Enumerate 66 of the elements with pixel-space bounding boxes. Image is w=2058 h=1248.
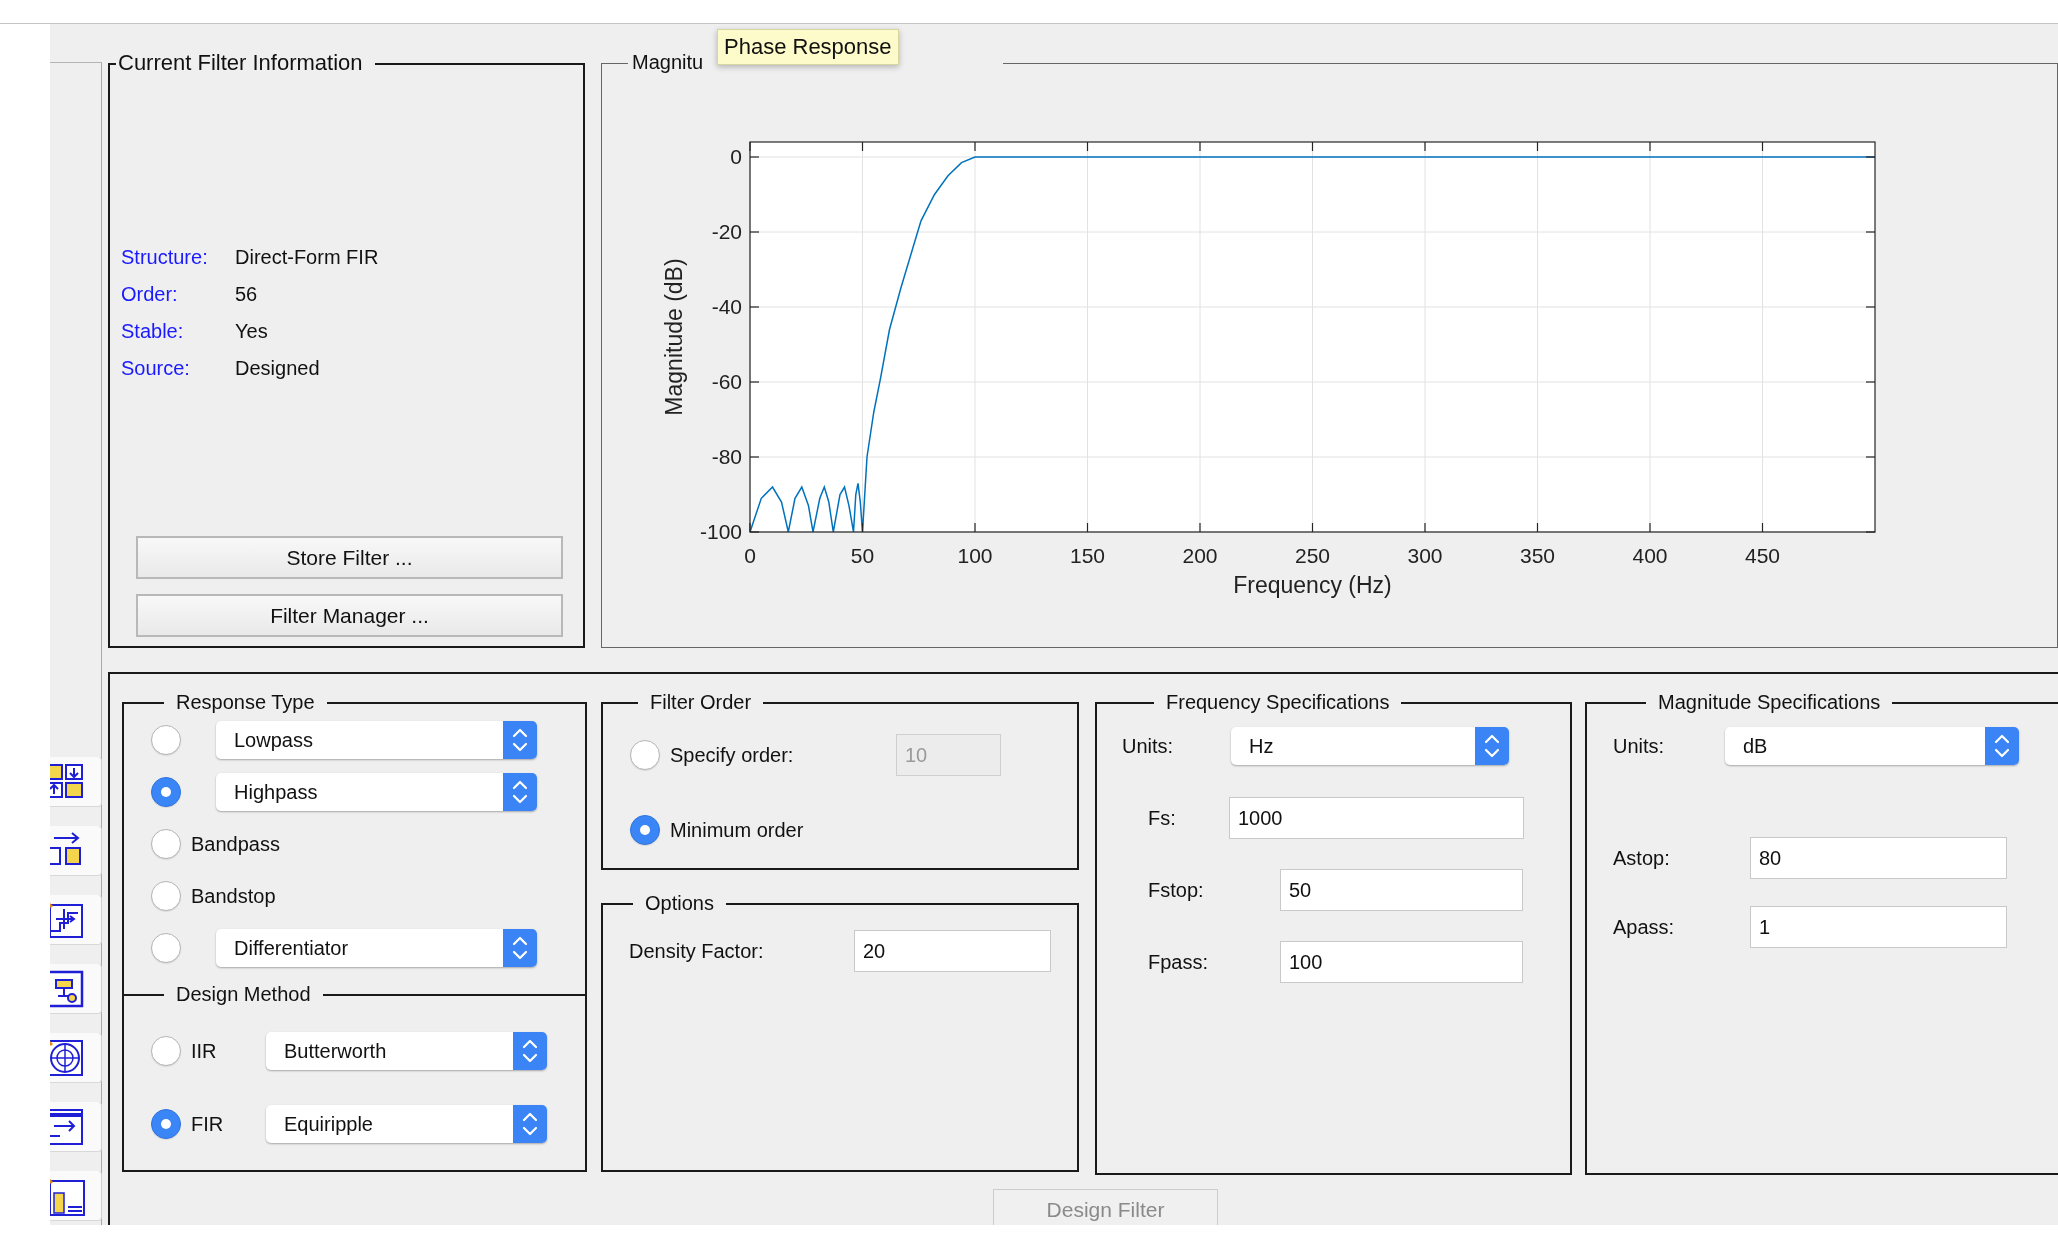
tick-label: 200 <box>1182 544 1218 567</box>
field-label: Fs: <box>1148 806 1177 830</box>
field-label: Astop: <box>1613 846 1671 870</box>
tick-label: 450 <box>1745 544 1780 567</box>
radio-button[interactable]: IIR <box>151 1036 217 1066</box>
tooltip: Phase Response <box>717 29 899 65</box>
dropdown[interactable]: Highpass <box>216 773 537 811</box>
tick-label: -100 <box>699 520 742 543</box>
input-field[interactable]: 1000 <box>1229 797 1524 839</box>
tick-label: 300 <box>1407 544 1443 567</box>
info-value: Designed <box>235 357 320 380</box>
stepper-icon <box>513 1032 547 1070</box>
tick-label: 350 <box>1520 544 1555 567</box>
dropdown[interactable]: dB <box>1725 727 2019 765</box>
tick-label: 400 <box>1632 544 1668 567</box>
input-field[interactable]: 20 <box>854 930 1051 972</box>
action-button[interactable]: Filter Manager ... <box>136 594 563 637</box>
tick-label: -80 <box>711 445 742 468</box>
info-value: 56 <box>235 283 258 306</box>
info-value: Direct-Form FIR <box>235 246 379 269</box>
stepper-icon <box>1475 727 1509 765</box>
radio-button[interactable] <box>151 777 181 807</box>
stepper-icon <box>503 929 537 967</box>
info-label: Source: <box>121 357 191 380</box>
action-button[interactable]: Store Filter ... <box>136 536 563 579</box>
input-field[interactable]: 50 <box>1280 869 1523 911</box>
field-label: Apass: <box>1613 915 1676 939</box>
radio-button[interactable]: Minimum order <box>630 815 804 845</box>
field-label: Density Factor: <box>629 939 765 963</box>
field-label: Units: <box>1613 734 1666 758</box>
tick-label: 100 <box>957 544 993 567</box>
info-label: Order: <box>121 283 179 306</box>
stepper-icon <box>1985 727 2019 765</box>
field-label: Fstop: <box>1148 878 1205 902</box>
dropdown[interactable]: Differentiator <box>216 929 537 967</box>
tick-label: 150 <box>1070 544 1105 567</box>
dropdown[interactable]: Equiripple <box>266 1105 547 1143</box>
tick-label: -20 <box>711 220 742 243</box>
tick-label: -60 <box>711 370 742 393</box>
input-field[interactable]: 1 <box>1750 906 2007 948</box>
tick-label: -40 <box>711 295 742 318</box>
axis-title: Frequency (Hz) <box>1233 572 1392 598</box>
radio-button[interactable]: Specify order: <box>630 740 794 770</box>
axis-title: Magnitude (dB) <box>661 258 687 416</box>
radio-button[interactable] <box>151 933 181 963</box>
field-label: Units: <box>1122 734 1175 758</box>
info-label: Stable: <box>121 320 185 343</box>
tick-label: 0 <box>744 544 756 567</box>
tick-label: 50 <box>850 544 875 567</box>
stepper-icon <box>503 721 537 759</box>
input-field[interactable]: 80 <box>1750 837 2007 879</box>
info-value: Yes <box>235 320 268 343</box>
radio-button[interactable]: FIR <box>151 1109 224 1139</box>
tick-label: 250 <box>1295 544 1330 567</box>
field-label: Fpass: <box>1148 950 1210 974</box>
input-field[interactable]: 100 <box>1280 941 1523 983</box>
stepper-icon <box>503 773 537 811</box>
dropdown[interactable]: Butterworth <box>266 1032 547 1070</box>
stepper-icon <box>513 1105 547 1143</box>
dropdown[interactable]: Lowpass <box>216 721 537 759</box>
radio-button[interactable]: Bandstop <box>151 881 276 911</box>
radio-button[interactable]: Bandpass <box>151 829 280 859</box>
radio-button[interactable] <box>151 725 181 755</box>
info-label: Structure: <box>121 246 209 269</box>
tick-label: 0 <box>730 145 742 168</box>
dropdown[interactable]: Hz <box>1231 727 1509 765</box>
